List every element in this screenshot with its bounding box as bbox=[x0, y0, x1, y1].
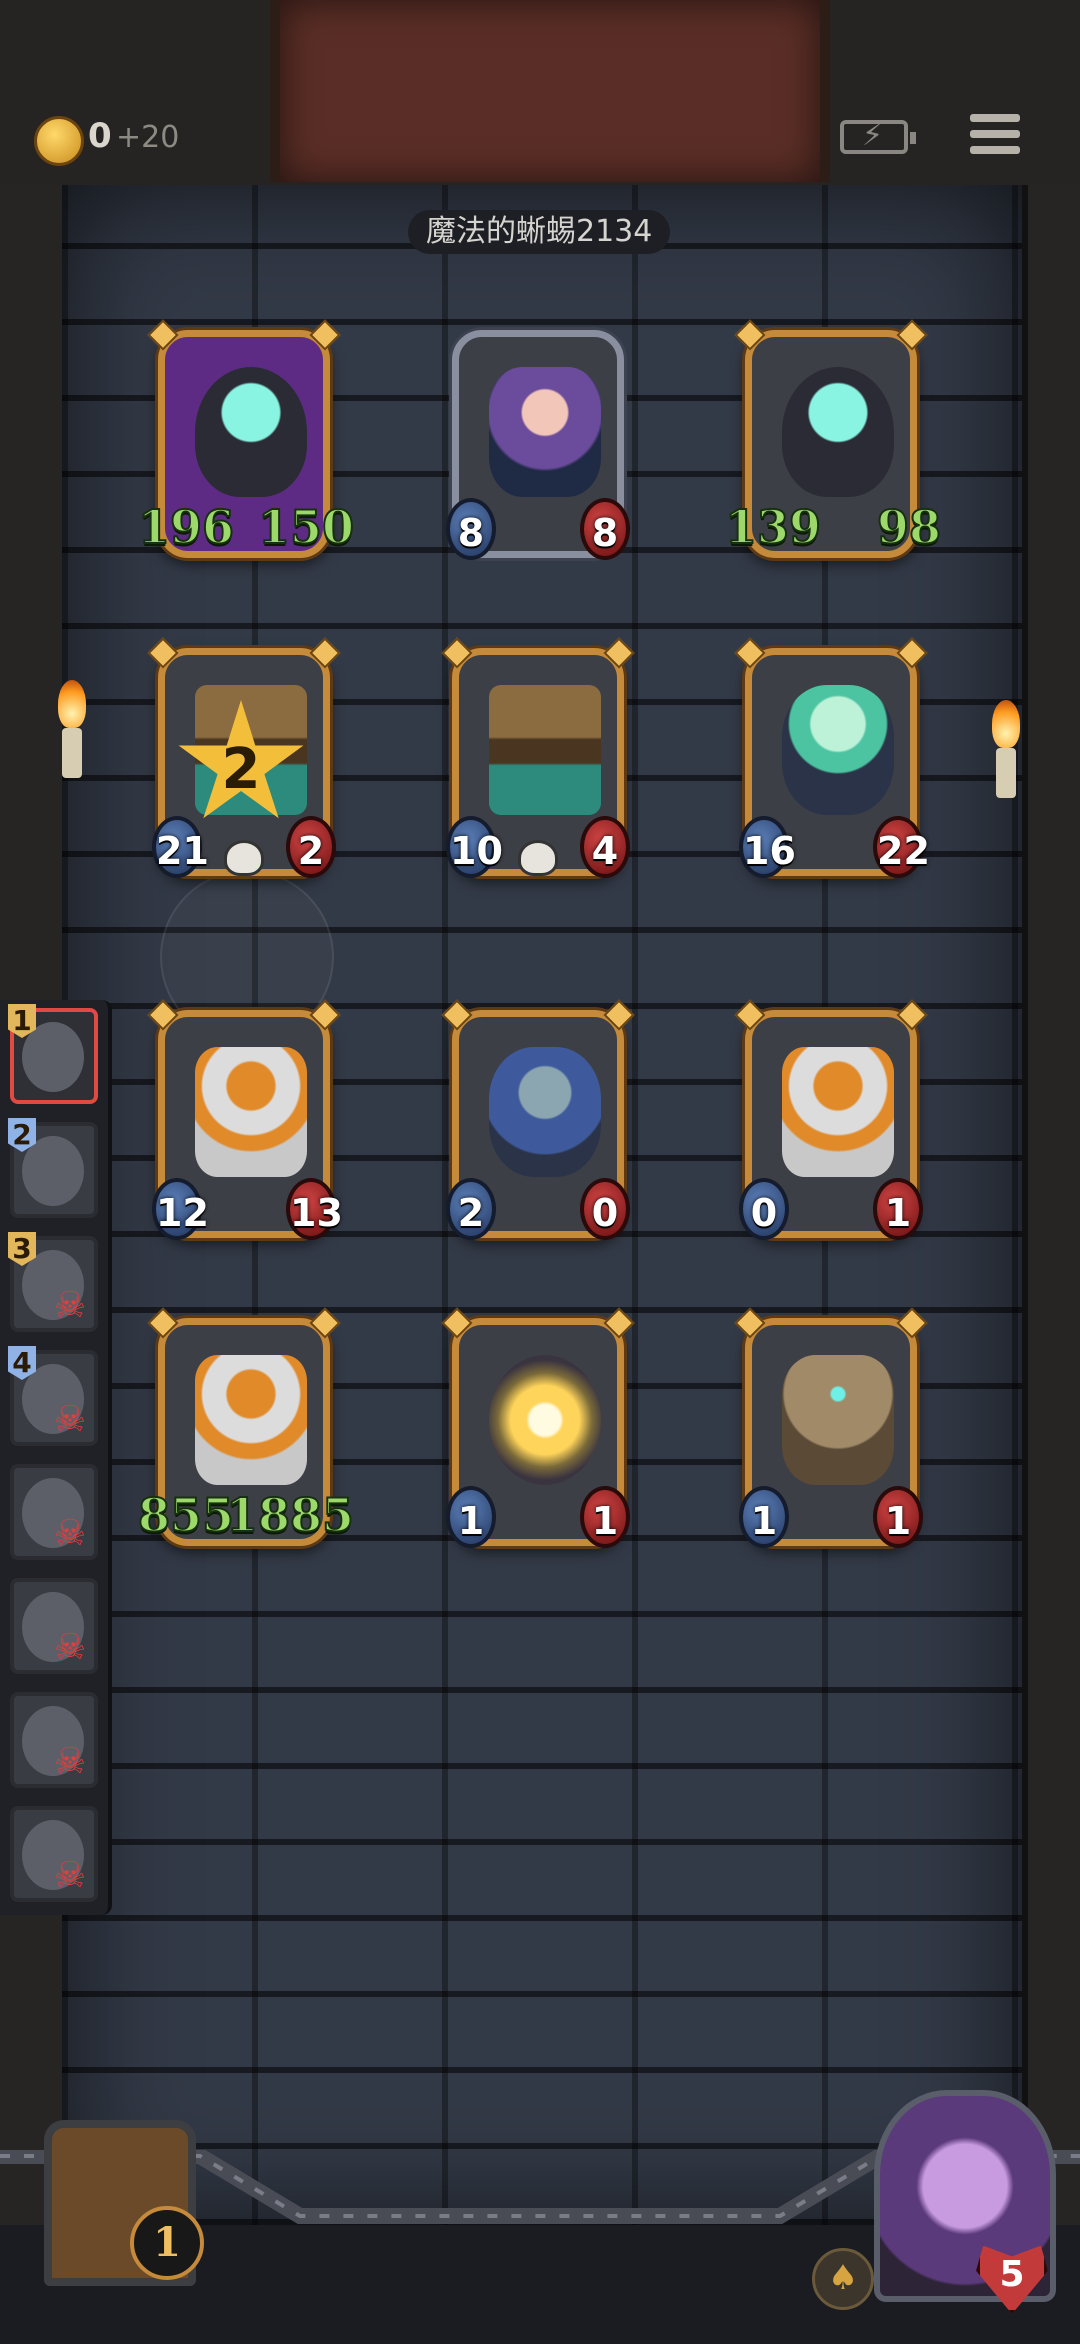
zombie-portrait bbox=[489, 1047, 601, 1177]
attack-value: 12 bbox=[152, 1178, 209, 1240]
attack-value: 855 bbox=[137, 1487, 235, 1543]
queue-slot[interactable]: ☠ bbox=[10, 1464, 98, 1560]
top-bar: 0 +20 ⚡ bbox=[0, 0, 1080, 193]
dead-skull-icon: ☠ bbox=[53, 1399, 87, 1440]
mage-portrait bbox=[489, 367, 601, 497]
queue-slot[interactable]: ☠ bbox=[10, 1806, 98, 1902]
health-value: 22 bbox=[873, 816, 930, 878]
ghost-portrait bbox=[782, 685, 894, 815]
attack-value: 8 bbox=[446, 498, 496, 560]
unit-card[interactable]: 11 bbox=[441, 1307, 635, 1548]
attack-value: 2 bbox=[446, 1178, 496, 1240]
chest-level-token: 1 bbox=[130, 2206, 204, 2280]
treasure-chest[interactable]: 1 bbox=[10, 2090, 220, 2300]
unit-card[interactable]: 20 bbox=[441, 999, 635, 1240]
health-value: 0 bbox=[580, 1178, 630, 1240]
health-value: 1 bbox=[580, 1486, 630, 1548]
unit-card[interactable]: 16 22 bbox=[734, 637, 930, 878]
attack-value: 196 bbox=[137, 499, 235, 555]
unit-card[interactable]: 855 1885 bbox=[137, 1307, 355, 1546]
battery-icon: ⚡ bbox=[840, 118, 916, 154]
tree-portrait bbox=[782, 1355, 894, 1485]
unit-card[interactable]: 196 150 bbox=[137, 319, 355, 558]
turn-order-queue: 1 2 3 ☠ 4 ☠ ☠ ☠ ☠ ☠ bbox=[0, 1000, 112, 1915]
chest-portrait bbox=[489, 685, 601, 815]
queue-slot[interactable]: 2 bbox=[8, 1118, 98, 1218]
queue-slot[interactable]: ☠ bbox=[10, 1692, 98, 1788]
dead-skull-icon: ☠ bbox=[53, 1855, 87, 1896]
health-value: 4 bbox=[580, 816, 630, 878]
torch-left-icon bbox=[52, 680, 92, 800]
dragon-portrait bbox=[22, 1136, 84, 1206]
queue-slot[interactable]: ☠ bbox=[10, 1578, 98, 1674]
opponent-name: 魔法的蜥蜴2134 bbox=[408, 210, 671, 254]
unit-card[interactable]: 10 4 bbox=[441, 637, 635, 878]
attack-value: 139 bbox=[724, 499, 822, 555]
wolf-portrait bbox=[22, 1022, 84, 1092]
pumpkin-portrait bbox=[195, 1355, 307, 1485]
attack-value: 10 bbox=[446, 816, 503, 878]
dungeon-door bbox=[270, 0, 830, 182]
health-value: 98 bbox=[876, 499, 942, 555]
dead-skull-icon: ☠ bbox=[53, 1513, 87, 1554]
unit-card[interactable]: 11 bbox=[734, 1307, 928, 1548]
attack-value: 1 bbox=[446, 1486, 496, 1548]
unit-card[interactable]: 88 bbox=[446, 330, 630, 560]
attack-value: 0 bbox=[739, 1178, 789, 1240]
health-value: 2 bbox=[286, 816, 336, 878]
health-value: 150 bbox=[257, 499, 355, 555]
skull-icon bbox=[224, 840, 264, 876]
torch-right-icon bbox=[986, 700, 1026, 820]
health-value: 13 bbox=[286, 1178, 343, 1240]
light-portrait bbox=[489, 1355, 601, 1485]
spirit-portrait bbox=[782, 367, 894, 497]
health-value: 1 bbox=[873, 1486, 923, 1548]
coin-icon bbox=[34, 116, 84, 166]
right-wall bbox=[1022, 185, 1080, 2225]
unit-card[interactable]: 2 21 2 bbox=[147, 637, 341, 878]
unit-card[interactable]: 12 13 bbox=[147, 999, 343, 1240]
queue-slot[interactable]: 3 ☠ bbox=[8, 1232, 98, 1332]
coin-count: 0 bbox=[88, 116, 112, 156]
menu-icon[interactable] bbox=[970, 114, 1020, 158]
dead-skull-icon: ☠ bbox=[53, 1741, 87, 1782]
attack-value: 21 bbox=[152, 816, 209, 878]
health-value: 1 bbox=[873, 1178, 923, 1240]
pumpkin-portrait bbox=[195, 1047, 307, 1177]
health-value: 8 bbox=[580, 498, 630, 560]
attack-value: 1 bbox=[739, 1486, 789, 1548]
pumpkin-portrait bbox=[782, 1047, 894, 1177]
queue-slot[interactable]: 4 ☠ bbox=[8, 1346, 98, 1446]
skull-icon bbox=[518, 840, 558, 876]
spirit-portrait bbox=[195, 367, 307, 497]
dead-skull-icon: ☠ bbox=[53, 1627, 87, 1668]
unit-card[interactable]: 01 bbox=[734, 999, 928, 1240]
dead-skull-icon: ☠ bbox=[53, 1285, 87, 1326]
coin-income: +20 bbox=[116, 120, 180, 155]
bell-icon[interactable]: ♠ bbox=[812, 2248, 874, 2310]
queue-slot[interactable]: 1 bbox=[8, 1004, 98, 1104]
health-value: 1885 bbox=[225, 1487, 355, 1543]
attack-value: 16 bbox=[739, 816, 796, 878]
unit-card[interactable]: 139 98 bbox=[724, 319, 942, 558]
